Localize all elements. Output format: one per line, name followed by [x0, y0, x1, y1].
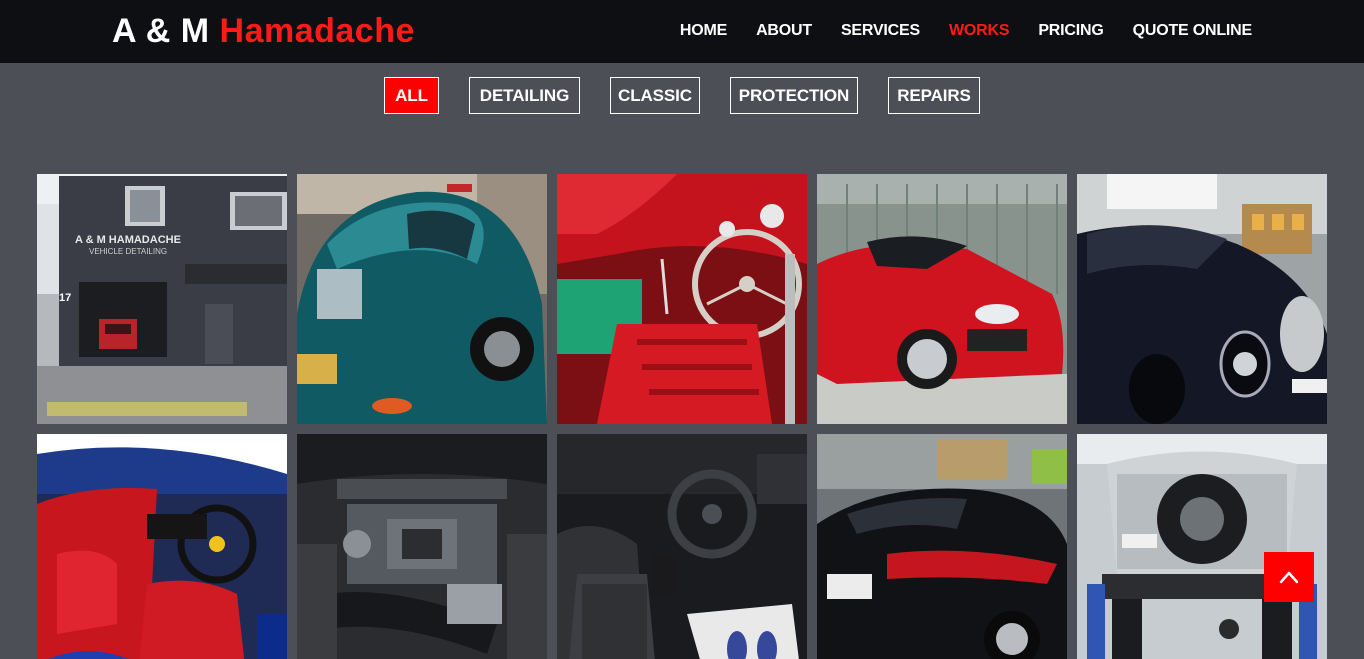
chevron-up-icon [1279, 571, 1299, 584]
street-number: 17 [59, 292, 71, 304]
workshop-storefront-photo: A & M HAMADACHE VEHICLE DETAILING 17 [37, 174, 287, 424]
gallery-item[interactable] [297, 434, 547, 659]
filter-detailing[interactable]: DETAILING [469, 77, 580, 114]
nav-works[interactable]: WORKS [949, 21, 1010, 41]
gallery-item[interactable] [1077, 434, 1327, 659]
main-nav: HOME ABOUT SERVICES WORKS PRICING QUOTE … [680, 21, 1252, 41]
ferrari-red-interior-photo [37, 434, 287, 659]
teal-porsche-356-photo [297, 174, 547, 424]
brand-name-part2: Hamadache [219, 12, 415, 50]
gallery-item[interactable] [817, 434, 1067, 659]
filter-protection[interactable]: PROTECTION [730, 77, 858, 114]
gallery-item[interactable] [297, 174, 547, 424]
nav-services[interactable]: SERVICES [841, 21, 920, 41]
gallery-item[interactable] [557, 434, 807, 659]
top-navbar: A & M Hamadache HOME ABOUT SERVICES WORK… [0, 0, 1364, 63]
black-morgan-roadster-photo [1077, 174, 1327, 424]
engine-bay-photo [297, 434, 547, 659]
silver-toyota-prado-lift-photo [1077, 434, 1327, 659]
red-corvette-interior-photo [557, 174, 807, 424]
nav-pricing[interactable]: PRICING [1038, 21, 1103, 41]
nav-quote-online[interactable]: QUOTE ONLINE [1133, 21, 1253, 41]
brand-name-part1: A & M [112, 12, 220, 50]
shop-sign-subtext: VEHICLE DETAILING [89, 247, 167, 256]
gallery-item[interactable] [817, 174, 1067, 424]
filter-classic[interactable]: CLASSIC [610, 77, 700, 114]
red-mercedes-sl-photo [817, 174, 1067, 424]
nav-about[interactable]: ABOUT [756, 21, 812, 41]
gallery-item[interactable]: A & M HAMADACHE VEHICLE DETAILING 17 [37, 174, 287, 424]
brand-logo[interactable]: A & M Hamadache [112, 11, 415, 51]
black-porsche-panamera-photo [817, 434, 1067, 659]
shop-sign-text: A & M HAMADACHE [75, 234, 181, 246]
gallery-item[interactable] [557, 174, 807, 424]
black-car-interior-photo [557, 434, 807, 659]
back-to-top-button[interactable] [1264, 552, 1314, 602]
filter-repairs[interactable]: REPAIRS [888, 77, 980, 114]
filter-all[interactable]: ALL [384, 77, 439, 114]
gallery-item[interactable] [1077, 174, 1327, 424]
gallery-item[interactable] [37, 434, 287, 659]
nav-home[interactable]: HOME [680, 21, 727, 41]
